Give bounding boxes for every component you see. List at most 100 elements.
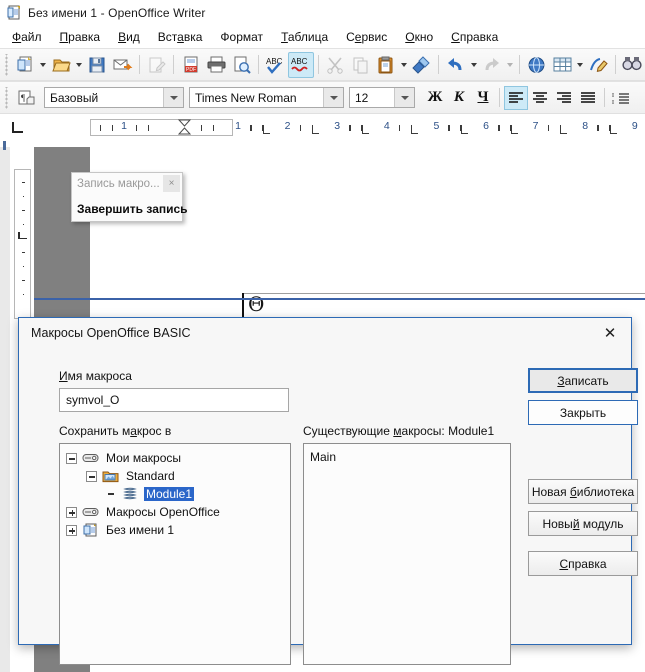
toolbar-separator bbox=[139, 55, 141, 74]
menu-edit[interactable]: Правка bbox=[58, 29, 103, 45]
toolbar-grip[interactable] bbox=[3, 86, 11, 109]
new-document-dropdown-icon[interactable] bbox=[38, 52, 49, 78]
draw-functions-icon[interactable] bbox=[585, 52, 610, 78]
tree-item-openoffice-macros[interactable]: Макросы OpenOffice bbox=[60, 503, 290, 521]
ruler-tick bbox=[136, 124, 137, 131]
vertical-scrollbar-left[interactable] bbox=[0, 141, 10, 672]
collapse-toggle-icon[interactable] bbox=[86, 470, 97, 482]
ruler-strip[interactable]: 1 1 2 3 4 5 6 7 8 9 bbox=[34, 118, 645, 136]
italic-button[interactable]: К bbox=[447, 86, 471, 110]
svg-text:ABC: ABC bbox=[266, 57, 283, 66]
menu-bar[interactable]: Файл Правка Вид Вставка Формат Таблица С… bbox=[0, 26, 645, 48]
indent-marker[interactable] bbox=[177, 119, 192, 136]
toolbar-separator bbox=[258, 55, 260, 74]
horizontal-ruler[interactable]: 1 1 2 3 4 5 6 7 8 9 bbox=[0, 114, 645, 140]
expand-toggle-icon[interactable] bbox=[66, 524, 77, 536]
tree-item-my-macros[interactable]: Мои макросы bbox=[60, 449, 290, 467]
ruler-number: 2 bbox=[284, 119, 291, 132]
ruler-number: 1 bbox=[121, 119, 127, 132]
export-pdf-icon[interactable]: PDF bbox=[178, 52, 203, 78]
redo-dropdown-icon[interactable] bbox=[505, 52, 516, 78]
menu-help[interactable]: Справка bbox=[449, 29, 500, 45]
undo-icon[interactable] bbox=[443, 52, 468, 78]
vertical-ruler-margin-marker[interactable] bbox=[18, 232, 27, 239]
print-preview-icon[interactable] bbox=[229, 52, 254, 78]
ruler-number: 3 bbox=[334, 119, 341, 132]
tree-item-standard[interactable]: Standard bbox=[60, 467, 290, 485]
close-button[interactable]: Закрыть bbox=[528, 400, 638, 425]
new-module-button[interactable]: Новый модуль bbox=[528, 511, 638, 536]
menu-table[interactable]: Таблица bbox=[279, 29, 330, 45]
undo-dropdown-icon[interactable] bbox=[469, 52, 480, 78]
ruler-number: 8 bbox=[582, 119, 589, 132]
collapse-toggle-icon[interactable] bbox=[66, 452, 77, 464]
vertical-ruler[interactable] bbox=[14, 169, 31, 319]
no-toggle-icon bbox=[106, 489, 117, 500]
bold-button[interactable]: Ж bbox=[423, 86, 447, 110]
copy-icon[interactable] bbox=[348, 52, 373, 78]
insert-table-icon[interactable] bbox=[549, 52, 574, 78]
menu-insert[interactable]: Вставка bbox=[156, 29, 205, 45]
close-icon[interactable]: ✕ bbox=[593, 321, 627, 345]
clone-formatting-icon[interactable] bbox=[409, 52, 434, 78]
list-item[interactable]: Main bbox=[304, 448, 510, 466]
toolbar-separator bbox=[499, 88, 500, 107]
tab-selector-icon[interactable] bbox=[0, 114, 34, 140]
font-name-combo[interactable]: Times New Roman bbox=[189, 87, 344, 108]
record-macro-toolbar[interactable]: Запись макро... × Завершить запись bbox=[71, 172, 188, 222]
insert-table-dropdown-icon[interactable] bbox=[575, 52, 586, 78]
dialog-title: Макросы OpenOffice BASIC bbox=[31, 326, 191, 340]
hyperlink-icon[interactable] bbox=[524, 52, 549, 78]
paragraph-style-icon[interactable]: ¶ bbox=[13, 85, 39, 111]
macro-library-tree[interactable]: Мои макросы Standard Module1 Макросы Ope… bbox=[59, 443, 291, 665]
openoffice-writer-window: Без имени 1 - OpenOffice Writer Файл Пра… bbox=[0, 0, 645, 672]
cut-icon[interactable] bbox=[323, 52, 348, 78]
menu-file[interactable]: Файл bbox=[10, 29, 44, 45]
open-document-dropdown-icon[interactable] bbox=[74, 52, 85, 78]
menu-view[interactable]: Вид bbox=[116, 29, 142, 45]
menu-tools[interactable]: Сервис bbox=[344, 29, 389, 45]
tree-item-untitled1[interactable]: Без имени 1 bbox=[60, 521, 290, 539]
paragraph-style-combo[interactable]: Базовый bbox=[44, 87, 184, 108]
expand-toggle-icon[interactable] bbox=[66, 506, 77, 518]
open-document-icon[interactable] bbox=[49, 52, 74, 78]
line-spacing-icon[interactable]: I I bbox=[609, 86, 633, 110]
formatting-toolbar: ¶ Базовый Times New Roman 12 Ж К Ч I I bbox=[0, 81, 645, 114]
existing-macros-list[interactable]: Main bbox=[303, 443, 511, 665]
record-button[interactable]: Записать bbox=[528, 368, 638, 393]
autospellcheck-icon[interactable]: ABC bbox=[288, 51, 314, 78]
redo-icon[interactable] bbox=[479, 52, 504, 78]
macro-name-input[interactable]: symvol_O bbox=[59, 388, 289, 412]
find-replace-icon[interactable] bbox=[620, 52, 645, 78]
paste-dropdown-icon[interactable] bbox=[398, 52, 409, 78]
menu-format[interactable]: Формат bbox=[218, 29, 265, 45]
tree-item-module1[interactable]: Module1 bbox=[60, 485, 290, 503]
close-icon[interactable]: × bbox=[163, 175, 180, 192]
toolbar-grip[interactable] bbox=[3, 53, 11, 76]
align-right-button[interactable] bbox=[552, 86, 576, 110]
align-left-button[interactable] bbox=[504, 85, 528, 110]
font-size-combo[interactable]: 12 bbox=[349, 87, 415, 108]
align-justify-button[interactable] bbox=[576, 86, 600, 110]
save-icon[interactable] bbox=[85, 52, 110, 78]
ruler-number: 4 bbox=[383, 119, 390, 132]
chevron-down-icon[interactable] bbox=[163, 88, 183, 107]
menu-window[interactable]: Окно bbox=[403, 29, 435, 45]
scroll-marker bbox=[3, 141, 6, 150]
chevron-down-icon[interactable] bbox=[323, 88, 343, 107]
ruler-number: 6 bbox=[483, 119, 489, 132]
print-icon[interactable] bbox=[204, 52, 229, 78]
new-library-button[interactable]: Новая библиотека bbox=[528, 479, 638, 504]
help-button[interactable]: Справка bbox=[528, 551, 638, 576]
email-document-icon[interactable] bbox=[110, 52, 135, 78]
paste-icon[interactable] bbox=[373, 52, 398, 78]
chevron-down-icon[interactable] bbox=[394, 88, 414, 107]
underline-button[interactable]: Ч bbox=[471, 86, 495, 110]
ruler-tick bbox=[250, 124, 252, 131]
align-center-button[interactable] bbox=[528, 86, 552, 110]
spellcheck-icon[interactable]: ABC bbox=[263, 52, 288, 78]
library-icon bbox=[82, 451, 99, 465]
stop-recording-button[interactable]: Завершить запись bbox=[77, 202, 188, 216]
new-document-icon[interactable] bbox=[13, 52, 38, 78]
edit-file-icon[interactable] bbox=[144, 52, 169, 78]
